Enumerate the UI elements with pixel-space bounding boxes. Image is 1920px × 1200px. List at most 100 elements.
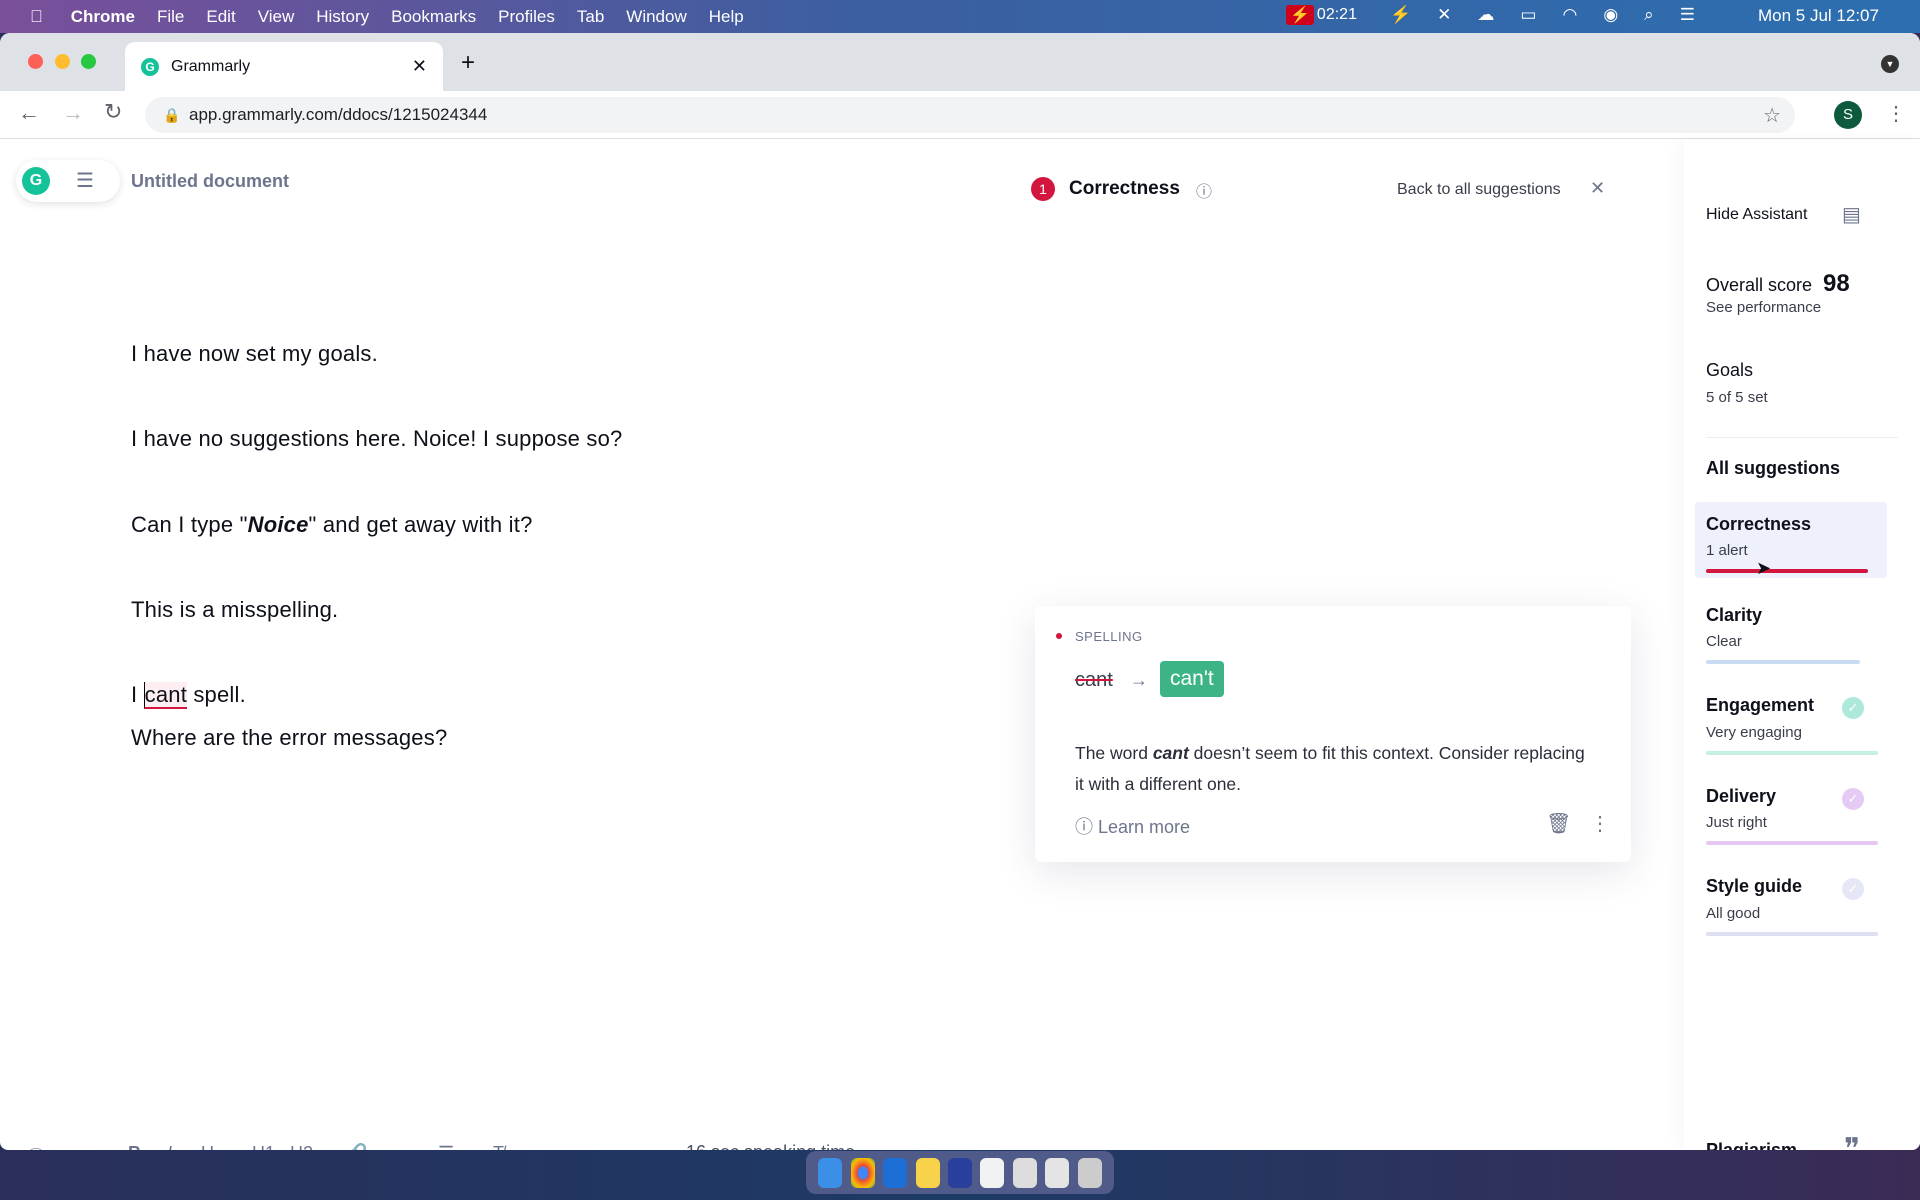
hide-assistant-button[interactable]: Hide Assistant bbox=[1706, 206, 1807, 224]
doc-line[interactable]: I have no suggestions here. Noice! I sup… bbox=[131, 426, 622, 452]
menu-profiles[interactable]: Profiles bbox=[498, 7, 555, 27]
overall-score[interactable]: Overall score 98 bbox=[1706, 270, 1850, 298]
trash-icon[interactable] bbox=[1077, 1157, 1102, 1188]
control-center-icon[interactable]: ☰ bbox=[1680, 5, 1695, 25]
chrome-window: G Grammarly ✕ + ▼ ← → ↻ 🔒 app.grammarly.… bbox=[0, 33, 1920, 1150]
menu-window[interactable]: Window bbox=[626, 7, 686, 27]
numbered-list-icon[interactable]: ≔ bbox=[401, 1143, 419, 1150]
arrow-right-icon: → bbox=[1130, 670, 1148, 690]
menu-history[interactable]: History bbox=[316, 7, 369, 27]
grammarly-menu[interactable]: G ☰ bbox=[16, 160, 120, 202]
battery-icon[interactable]: ▭ bbox=[1520, 5, 1536, 25]
menu-bookmarks[interactable]: Bookmarks bbox=[391, 7, 476, 27]
check-icon: ✓ bbox=[1842, 788, 1864, 810]
back-to-suggestions-link[interactable]: Back to all suggestions bbox=[1397, 181, 1561, 199]
tab-bar: G Grammarly ✕ + ▼ bbox=[0, 33, 1920, 91]
doc-line[interactable]: Where are the error messages? bbox=[131, 725, 447, 751]
category-clarity[interactable]: Clarity bbox=[1706, 605, 1762, 626]
tab-search-icon[interactable]: ▼ bbox=[1881, 55, 1899, 73]
maximize-window-button[interactable] bbox=[81, 54, 96, 69]
category-status: 1 alert bbox=[1706, 542, 1748, 559]
doc-line[interactable]: This is a misspelling. bbox=[131, 597, 338, 623]
window-preview-icon[interactable] bbox=[1045, 1157, 1070, 1188]
bold-button[interactable]: B bbox=[128, 1143, 141, 1150]
all-suggestions-button[interactable]: All suggestions bbox=[1706, 458, 1840, 479]
category-delivery[interactable]: Delivery bbox=[1706, 786, 1776, 807]
bluetooth-icon[interactable]: ✕ bbox=[1437, 5, 1451, 25]
new-tab-button[interactable]: + bbox=[461, 49, 475, 77]
menu-help[interactable]: Help bbox=[709, 7, 744, 27]
text: Overall score bbox=[1706, 275, 1813, 295]
profile-avatar[interactable]: S bbox=[1834, 101, 1862, 129]
doc-line[interactable]: I cant spell. bbox=[131, 682, 246, 709]
url-input[interactable]: 🔒 app.grammarly.com/ddocs/1215024344 ☆ bbox=[145, 97, 1795, 133]
menu-file[interactable]: File bbox=[157, 7, 184, 27]
underline-button[interactable]: U bbox=[201, 1143, 214, 1150]
more-options-icon[interactable]: ⋮ bbox=[1590, 811, 1610, 836]
notes-icon[interactable] bbox=[915, 1157, 940, 1188]
doc-line[interactable]: Can I type "Noice" and get away with it? bbox=[131, 512, 533, 538]
close-category-icon[interactable]: ✕ bbox=[1590, 178, 1605, 199]
reload-icon[interactable]: ↻ bbox=[104, 99, 122, 125]
suggestion-card[interactable]: SPELLING cant → can't The word cant does… bbox=[1035, 606, 1631, 862]
goals-status: 5 of 5 set bbox=[1706, 389, 1768, 406]
menu-view[interactable]: View bbox=[258, 7, 295, 27]
user-icon[interactable]: ◉ bbox=[1603, 5, 1618, 25]
close-tab-icon[interactable]: ✕ bbox=[412, 56, 427, 77]
address-bar-row: ← → ↻ 🔒 app.grammarly.com/ddocs/12150243… bbox=[0, 91, 1920, 139]
document-title[interactable]: Untitled document bbox=[131, 171, 289, 192]
clear-formatting-icon[interactable]: T̸ bbox=[493, 1143, 504, 1150]
cloud-icon[interactable]: ☁ bbox=[1477, 5, 1494, 25]
bullet-list-icon[interactable]: ☰ bbox=[438, 1143, 454, 1150]
bookmark-star-icon[interactable]: ☆ bbox=[1763, 103, 1781, 128]
menu-app[interactable]: Chrome bbox=[71, 7, 135, 27]
category-engagement[interactable]: Engagement bbox=[1706, 695, 1814, 716]
check-icon: ✓ bbox=[1842, 878, 1864, 900]
reeder-icon[interactable] bbox=[947, 1157, 972, 1188]
misspelled-word[interactable]: cant bbox=[143, 682, 188, 709]
1password-icon[interactable] bbox=[883, 1157, 908, 1188]
forward-icon[interactable]: → bbox=[62, 100, 84, 126]
back-icon[interactable]: ← bbox=[18, 100, 40, 126]
bolt-icon[interactable]: ⚡ bbox=[1390, 5, 1411, 25]
goals-button[interactable]: Goals bbox=[1706, 360, 1753, 381]
speaking-time[interactable]: 16 sec speaking time ▲ bbox=[686, 1142, 871, 1150]
alert-count-badge: 1 bbox=[1031, 177, 1055, 201]
wifi-icon[interactable]: ◠ bbox=[1562, 5, 1577, 25]
category-status: All good bbox=[1706, 905, 1761, 922]
learn-more-link[interactable]: ⓘ Learn more bbox=[1075, 813, 1190, 839]
timer-status[interactable]: ⚡ 02:21 bbox=[1286, 5, 1357, 25]
progress-bar bbox=[1706, 932, 1878, 936]
apple-icon[interactable]:  bbox=[30, 7, 43, 27]
heading1-button[interactable]: H1 bbox=[252, 1143, 275, 1150]
assistant-sidebar: Hide Assistant ▤ Overall score 98 See pe… bbox=[1684, 140, 1920, 1150]
help-icon[interactable]: ⓘ bbox=[26, 1142, 46, 1150]
window-preview-icon[interactable] bbox=[1012, 1157, 1037, 1188]
info-icon[interactable]: ⓘ bbox=[1196, 178, 1212, 202]
menu-edit[interactable]: Edit bbox=[206, 7, 235, 27]
tab-grammarly[interactable]: G Grammarly ✕ bbox=[125, 42, 443, 91]
finder-icon[interactable] bbox=[818, 1157, 843, 1188]
doc-line[interactable]: I have now set my goals. bbox=[131, 341, 378, 367]
lock-icon[interactable]: 🔒 bbox=[163, 107, 180, 124]
menu-tab[interactable]: Tab bbox=[577, 7, 604, 27]
minimize-window-button[interactable] bbox=[55, 54, 70, 69]
chrome-menu-icon[interactable]: ⋮ bbox=[1886, 101, 1906, 126]
see-performance-link[interactable]: See performance bbox=[1706, 299, 1821, 316]
panel-toggle-icon[interactable]: ▤ bbox=[1842, 202, 1861, 227]
clock[interactable]: Mon 5 Jul 12:07 bbox=[1758, 6, 1879, 26]
chrome-icon[interactable] bbox=[850, 1157, 875, 1188]
mouse-cursor-icon: ➤ bbox=[1756, 558, 1772, 578]
search-icon[interactable]: ⌕ bbox=[1644, 5, 1654, 25]
hamburger-menu-icon[interactable]: ☰ bbox=[76, 168, 94, 193]
italic-button[interactable]: I bbox=[167, 1143, 172, 1150]
trash-icon[interactable]: 🗑 bbox=[1546, 811, 1571, 836]
link-icon[interactable]: 🔗 bbox=[345, 1143, 367, 1150]
accept-suggestion-button[interactable]: can't bbox=[1160, 661, 1224, 697]
heading2-button[interactable]: H2 bbox=[290, 1143, 313, 1150]
grammarly-logo-icon[interactable]: G bbox=[22, 167, 50, 195]
category-style-guide[interactable]: Style guide bbox=[1706, 876, 1802, 897]
close-window-button[interactable] bbox=[28, 54, 43, 69]
plagiarism-button[interactable]: Plagiarism bbox=[1706, 1140, 1797, 1150]
document-icon[interactable] bbox=[980, 1157, 1005, 1188]
